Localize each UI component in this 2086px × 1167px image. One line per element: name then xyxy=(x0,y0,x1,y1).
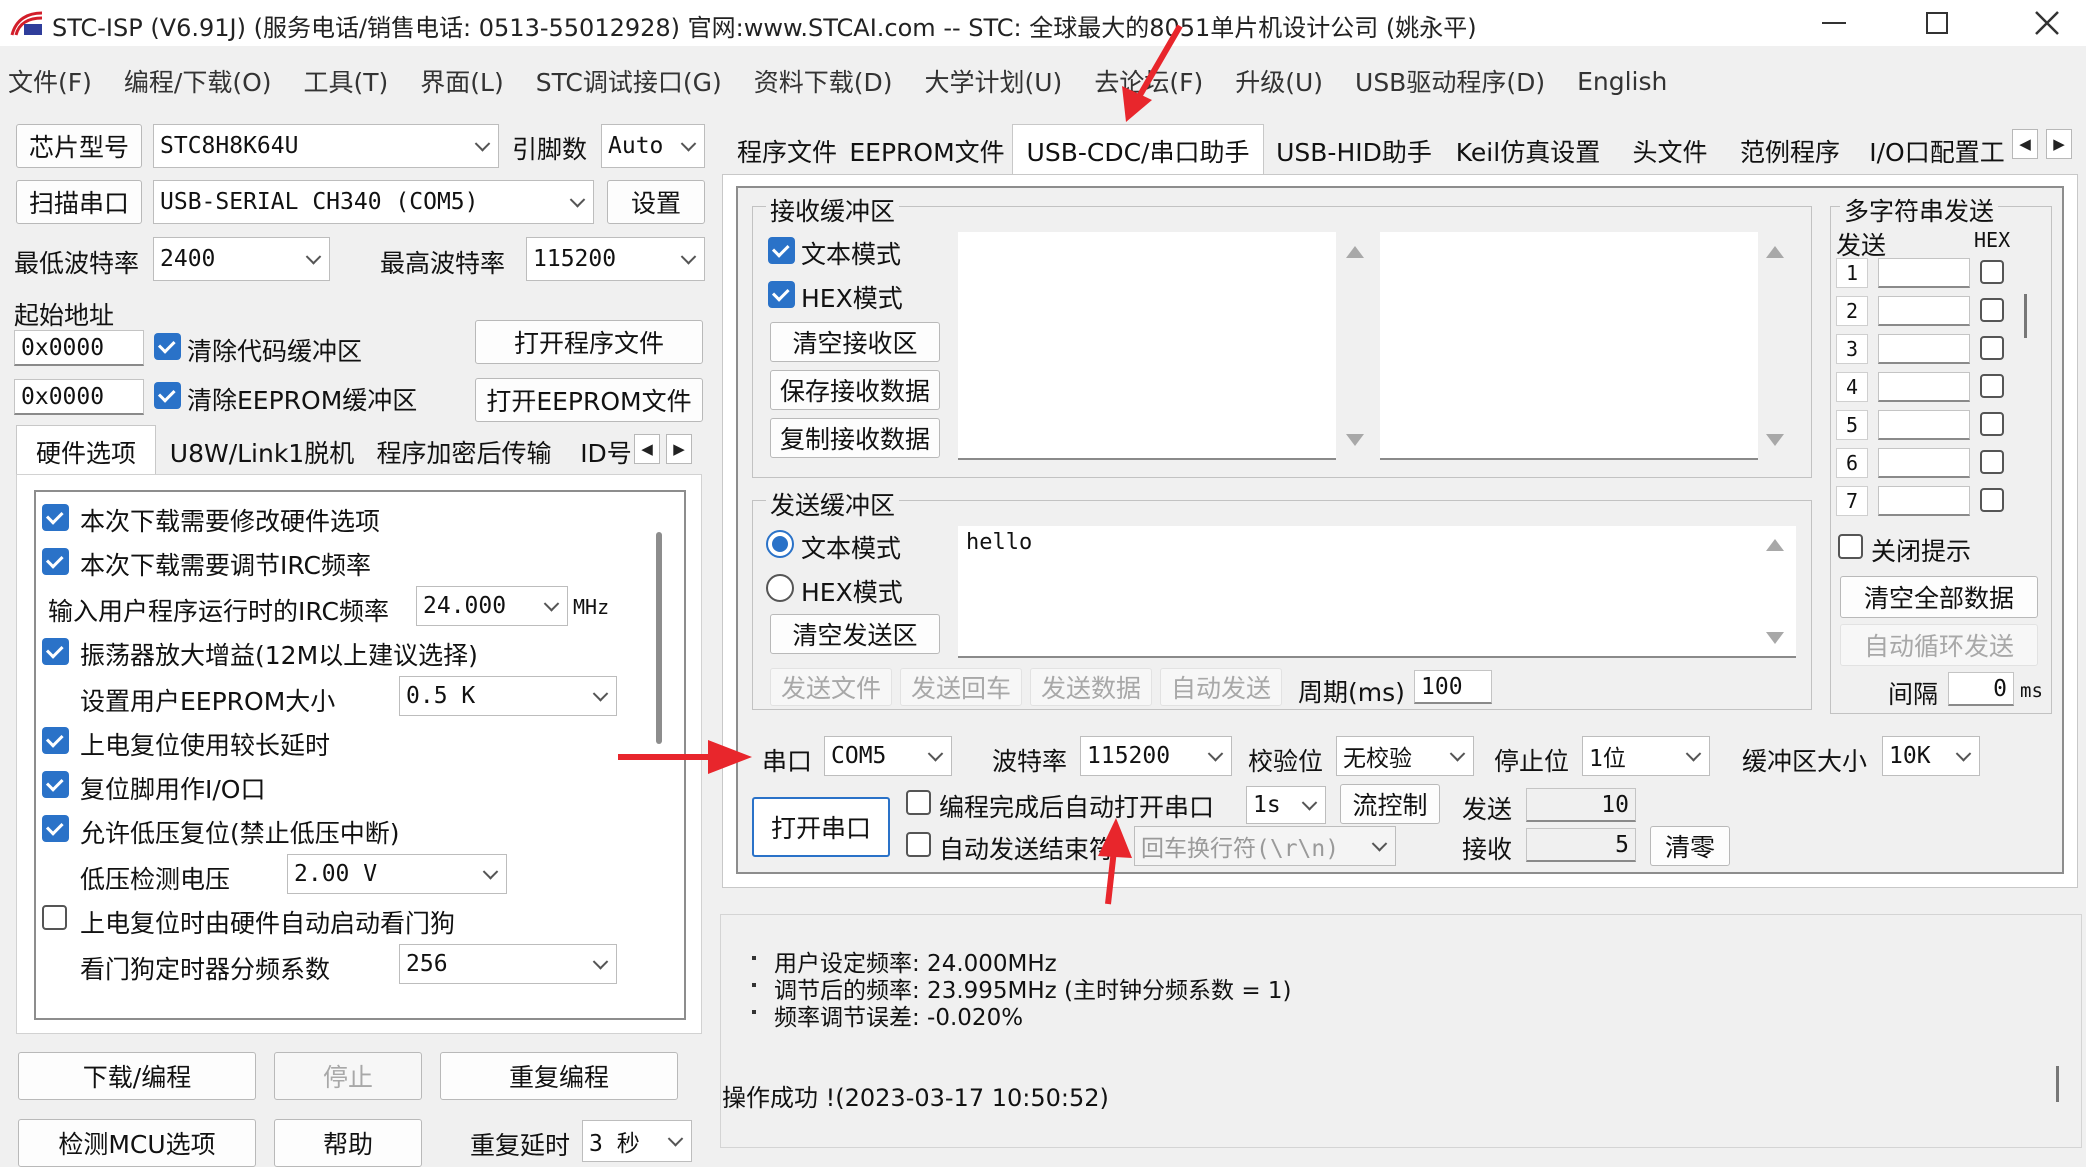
arrow-to-serial-tab xyxy=(1122,24,1183,122)
annotation-arrows xyxy=(618,24,1183,905)
arrow-to-port-row xyxy=(618,740,752,774)
arrow-to-auto-open xyxy=(1098,818,1132,905)
